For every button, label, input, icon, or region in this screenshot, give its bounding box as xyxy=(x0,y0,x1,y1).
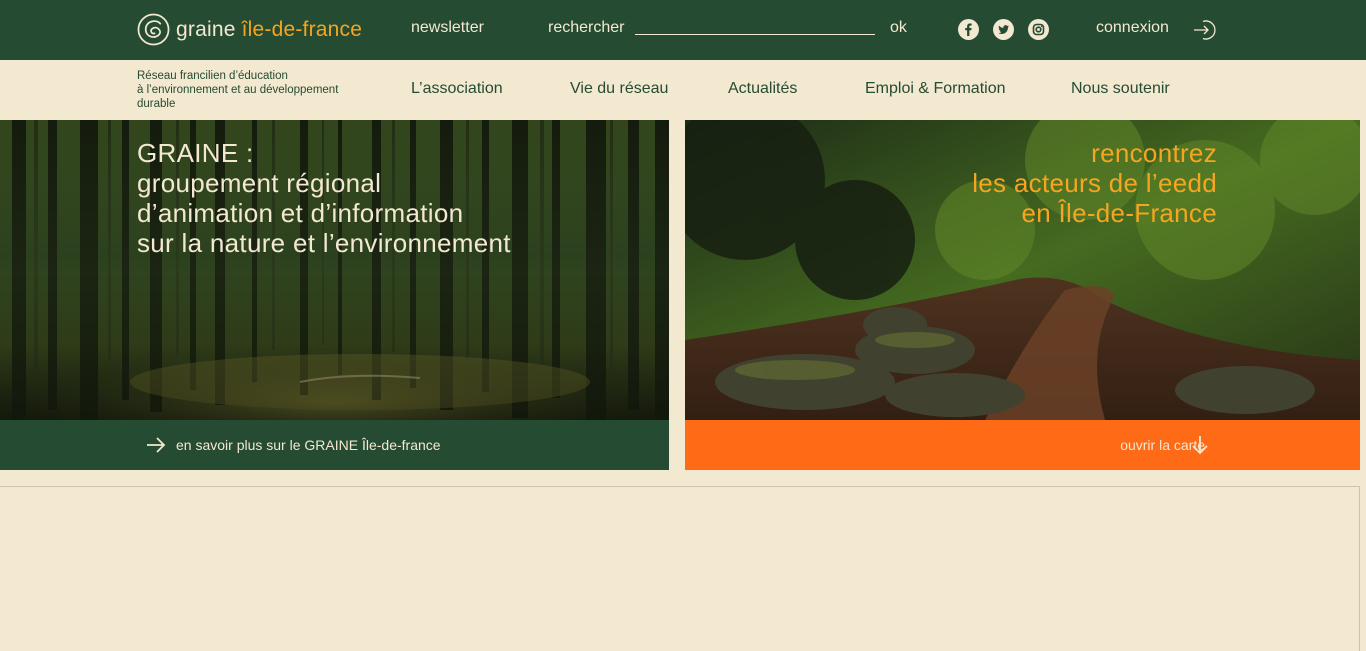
graine-logo-icon xyxy=(137,13,170,46)
hero-left-line: sur la nature et l’environnement xyxy=(137,228,511,258)
facebook-icon[interactable] xyxy=(958,19,979,40)
logo-text: graine île-de-france xyxy=(176,18,362,42)
arrow-right-icon xyxy=(147,437,166,453)
hero-right-line: rencontrez xyxy=(1091,138,1217,168)
site-tagline: Réseau francilien d’éducation à l’enviro… xyxy=(137,69,387,111)
arrow-down-icon xyxy=(1192,436,1208,455)
logo-text-graine: graine xyxy=(176,17,236,41)
nav-item-vie-du-reseau[interactable]: Vie du réseau xyxy=(570,80,668,98)
learn-more-button[interactable]: en savoir plus sur le GRAINE Île-de-fran… xyxy=(0,420,669,470)
open-map-button[interactable]: ouvrir la carte xyxy=(685,420,1360,470)
logo-text-region: île-de-france xyxy=(241,17,363,41)
search-submit-button[interactable]: ok xyxy=(890,19,907,37)
search-label: rechercher xyxy=(548,19,625,36)
login-link[interactable]: connexion xyxy=(1096,19,1169,37)
login-arrow-icon[interactable] xyxy=(1193,19,1217,41)
hero-map-panel[interactable]: rencontrez les acteurs de l’eedd en Île-… xyxy=(685,120,1360,420)
hero-right-line: en Île-de-France xyxy=(1021,198,1217,228)
search-input[interactable] xyxy=(635,34,875,35)
hero-left-title: GRAINE : groupement régional d’animation… xyxy=(137,138,511,258)
nav-item-actualites[interactable]: Actualités xyxy=(728,80,797,98)
top-bar: graine île-de-france newsletter recherch… xyxy=(0,0,1366,60)
learn-more-label: en savoir plus sur le GRAINE Île-de-fran… xyxy=(176,437,441,453)
instagram-icon[interactable] xyxy=(1028,19,1049,40)
hero-right-line: les acteurs de l’eedd xyxy=(972,168,1217,198)
nav-item-emploi-formation[interactable]: Emploi & Formation xyxy=(865,80,1006,98)
tagline-line: durable xyxy=(137,98,176,110)
hero-right-title: rencontrez les acteurs de l’eedd en Île-… xyxy=(972,138,1217,228)
newsletter-link[interactable]: newsletter xyxy=(411,19,484,37)
tagline-line: à l’environnement et au développement xyxy=(137,84,339,96)
hero-left-line: GRAINE : xyxy=(137,138,254,168)
hero-forest-panel[interactable]: GRAINE : groupement régional d’animation… xyxy=(0,120,669,420)
tagline-line: Réseau francilien d’éducation xyxy=(137,70,288,82)
hero-left-line: d’animation et d’information xyxy=(137,198,464,228)
nav-item-nous-soutenir[interactable]: Nous soutenir xyxy=(1071,80,1170,98)
map-container[interactable] xyxy=(0,486,1360,651)
main-nav: Réseau francilien d’éducation à l’enviro… xyxy=(0,60,1366,120)
nav-item-association[interactable]: L’association xyxy=(411,80,503,98)
hero-left-line: groupement régional xyxy=(137,168,382,198)
site-logo[interactable]: graine île-de-france xyxy=(137,13,362,46)
twitter-icon[interactable] xyxy=(993,19,1014,40)
